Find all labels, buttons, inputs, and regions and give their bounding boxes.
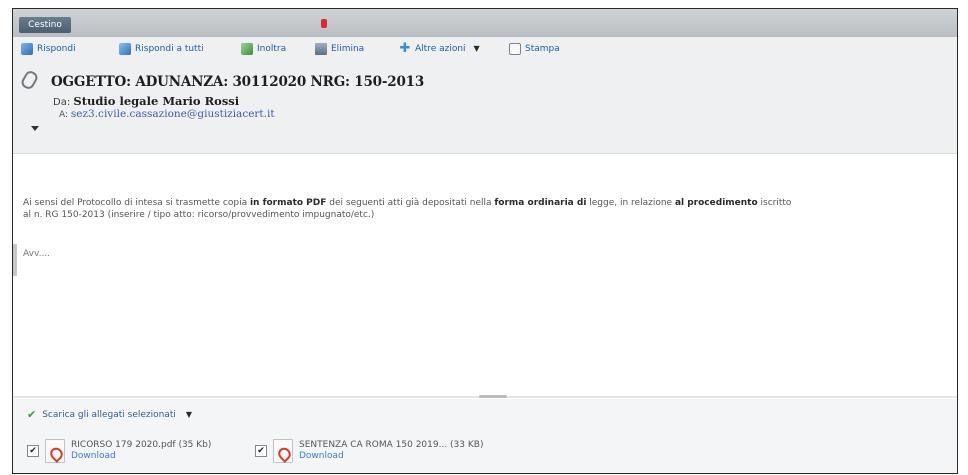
reply-all-button[interactable]: Rispondi a tutti	[119, 41, 204, 57]
top-bar: Cestino	[13, 9, 957, 37]
expand-header-icon[interactable]	[31, 126, 39, 131]
trash-icon	[315, 43, 327, 55]
pdf-file-icon	[273, 439, 293, 463]
to-row: A: sez3.civile.cassazione@giustiziacert.…	[59, 108, 275, 120]
signature: Avv....	[23, 249, 51, 259]
email-viewer: Cestino Rispondi Rispondi a tutti Inoltr…	[12, 8, 958, 474]
attachment-download-link[interactable]: Download	[299, 451, 483, 462]
body-text-part: iscritto	[757, 198, 792, 208]
pdf-file-icon	[45, 439, 65, 463]
paperclip-icon	[19, 68, 40, 92]
attachment-name: SENTENZA CA ROMA 150 2019... (33 KB)	[299, 440, 484, 450]
attachment-checkbox[interactable]: ✔	[255, 445, 267, 457]
message-body: Ai sensi del Protocollo di intesa si tra…	[13, 154, 957, 396]
body-bold-text: al procedimento	[674, 198, 758, 208]
download-selected-label: Scarica gli allegati selezionati	[42, 409, 176, 420]
body-bold-text: forma ordinaria di	[494, 198, 587, 208]
body-text-part: Ai sensi del Protocollo di intesa si tra…	[23, 198, 250, 208]
body-text-part: legge, in relazione	[586, 198, 675, 208]
reply-all-label: Rispondi a tutti	[135, 44, 204, 54]
attachment-item: ✔ RICORSO 179 2020.pdf (35 Kb) Download	[27, 439, 211, 463]
delete-button[interactable]: Elimina	[315, 41, 364, 57]
resize-handle[interactable]	[13, 244, 17, 276]
print-label: Stampa	[525, 44, 560, 54]
from-label: Da:	[53, 97, 71, 108]
delete-label: Elimina	[331, 44, 365, 54]
reply-button[interactable]: Rispondi	[21, 41, 76, 57]
forward-icon	[241, 43, 253, 55]
download-selected-button[interactable]: ✔ Scarica gli allegati selezionati ▼	[27, 408, 192, 421]
body-text-line2: al n. RG 150-2013 (inserire / tipo atto:…	[23, 210, 375, 220]
to-address[interactable]: sez3.civile.cassazione@giustiziacert.it	[71, 108, 275, 120]
chevron-down-icon: ▼	[185, 410, 193, 419]
more-actions-label: Altre azioni	[415, 44, 466, 54]
from-name[interactable]: Studio legale Mario Rossi	[73, 94, 239, 108]
splitter-grip[interactable]	[479, 395, 507, 398]
attachment-name: RICORSO 179 2020.pdf (35 Kb)	[71, 440, 212, 450]
reply-icon	[21, 43, 33, 55]
flag-icon	[321, 19, 327, 28]
attachments-panel: ✔ Scarica gli allegati selezionati ▼ ✔ R…	[13, 399, 957, 473]
attachment-checkbox[interactable]: ✔	[27, 445, 39, 457]
forward-label: Inoltra	[257, 44, 287, 54]
reply-label: Rispondi	[37, 44, 76, 54]
body-bold-text: in formato PDF	[249, 198, 327, 208]
message-header: OGGETTO: ADUNANZA: 30112020 NRG: 150-201…	[13, 61, 957, 154]
more-actions-button[interactable]: ✚ Altre azioni ▼	[399, 41, 480, 57]
folder-tab[interactable]: Cestino	[19, 17, 71, 33]
body-text: Ai sensi del Protocollo di intesa si tra…	[23, 197, 943, 221]
to-label: A:	[59, 110, 69, 120]
toolbar: Rispondi Rispondi a tutti Inoltra Elimin…	[13, 37, 957, 62]
body-text-part: dei seguenti atti già depositati nella	[326, 198, 495, 208]
checkmark-icon: ✔	[27, 408, 37, 421]
from-row: Da: Studio legale Mario Rossi	[53, 94, 239, 108]
print-button[interactable]: Stampa	[509, 41, 560, 57]
chevron-down-icon: ▼	[473, 44, 480, 53]
attachment-download-link[interactable]: Download	[71, 451, 211, 462]
reply-all-icon	[119, 43, 131, 55]
plus-icon: ✚	[399, 41, 411, 56]
print-icon	[509, 43, 521, 55]
forward-button[interactable]: Inoltra	[241, 41, 286, 57]
subject: OGGETTO: ADUNANZA: 30112020 NRG: 150-201…	[51, 74, 425, 90]
attachment-item: ✔ SENTENZA CA ROMA 150 2019... (33 KB) D…	[255, 439, 483, 463]
